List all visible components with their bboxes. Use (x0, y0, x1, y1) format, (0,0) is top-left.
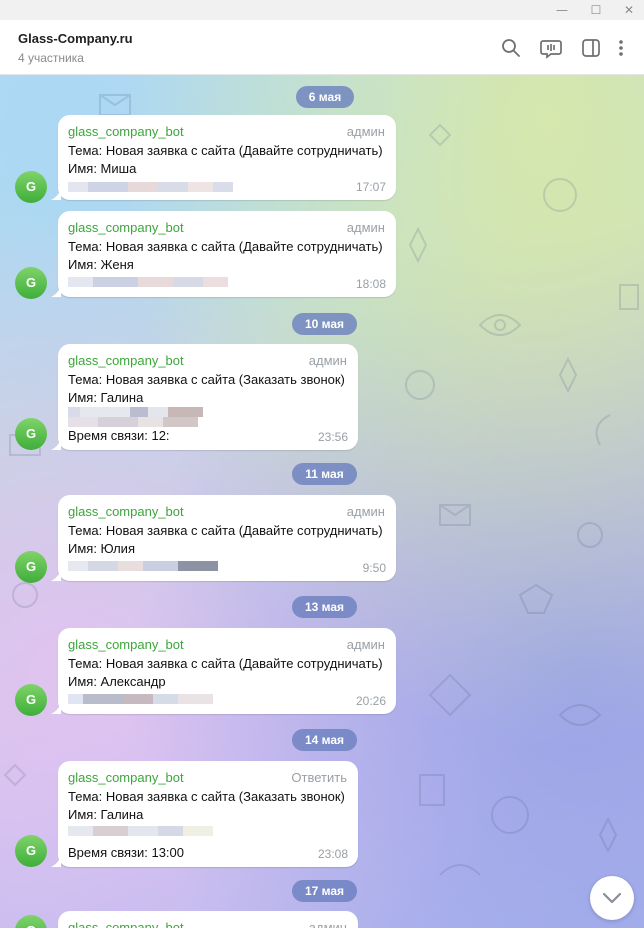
scroll-to-bottom-button[interactable] (590, 876, 634, 920)
bubble-tail (51, 438, 61, 450)
message-bubble[interactable]: glass_company_bot Ответить Тема: Новая з… (51, 761, 358, 867)
message-subject: Тема: Новая заявка с сайта (Давайте сотр… (68, 143, 383, 158)
sender-role: админ (346, 504, 385, 519)
message-name: Имя: Александр (68, 674, 166, 689)
date-separator: 14 мая (292, 729, 357, 751)
sender-role: админ (308, 353, 347, 368)
bubble-tail (51, 855, 61, 867)
avatar[interactable]: G (15, 835, 47, 867)
message-sender[interactable]: glass_company_bot (68, 770, 184, 785)
date-separator: 17 мая (292, 880, 357, 902)
window-titlebar: — ☐ ✕ (0, 0, 644, 20)
bubble-tail (51, 702, 61, 714)
sender-role: админ (346, 637, 385, 652)
avatar[interactable]: G (15, 684, 47, 716)
sender-role: админ (346, 220, 385, 235)
message-name: Имя: Галина (68, 807, 144, 822)
message-name: Имя: Женя (68, 257, 134, 272)
chat-header[interactable]: Glass-Company.ru 4 участника (0, 20, 644, 75)
sender-role: админ (346, 124, 385, 139)
close-button[interactable]: ✕ (621, 2, 637, 18)
message-subject: Тема: Новая заявка с сайта (Давайте сотр… (68, 656, 383, 671)
message-time: 23:56 (317, 430, 348, 444)
sender-role: админ (308, 920, 347, 928)
avatar[interactable]: G (15, 171, 47, 203)
message-time: 17:07 (355, 180, 386, 194)
message-subject: Тема: Новая заявка с сайта (Давайте сотр… (68, 523, 383, 538)
message-bubble[interactable]: glass_company_bot админ Тема: Новая заяв… (51, 115, 396, 200)
chat-title[interactable]: Glass-Company.ru (18, 31, 133, 46)
message-bubble[interactable]: glass_company_bot админ Тема: Новая заяв… (51, 628, 396, 714)
redacted-contact (68, 417, 198, 427)
redacted-contact (68, 826, 213, 836)
bubble-tail (51, 569, 61, 581)
date-separator: 10 мая (292, 313, 357, 335)
message-name: Имя: Галина (68, 390, 144, 405)
date-separator: 13 мая (292, 596, 357, 618)
message-time: 18:08 (355, 277, 386, 291)
date-separator: 11 мая (292, 463, 357, 485)
minimize-button[interactable]: — (554, 2, 570, 18)
message-bubble[interactable]: glass_company_bot админ Тема: Новая заяв… (51, 211, 396, 297)
more-vertical-icon[interactable] (615, 37, 627, 59)
message-time: 9:50 (362, 561, 386, 575)
chat-area[interactable]: 6 мая 10 мая 11 мая 13 мая 14 мая 17 мая… (0, 75, 644, 928)
chevron-down-icon (602, 892, 622, 904)
message-sender[interactable]: glass_company_bot (68, 220, 184, 235)
redacted-contact (68, 694, 213, 704)
message-bubble[interactable]: glass_company_bot админ (58, 911, 358, 928)
message-bubble[interactable]: glass_company_bot админ Тема: Новая заяв… (51, 495, 396, 581)
message-subject: Тема: Новая заявка с сайта (Давайте сотр… (68, 239, 383, 254)
redacted-contact (68, 277, 228, 287)
message-bubble[interactable]: glass_company_bot админ Тема: Новая заяв… (51, 344, 358, 450)
reply-button[interactable]: Ответить (291, 770, 347, 785)
message-time: 20:26 (355, 694, 386, 708)
redacted-contact (68, 561, 218, 571)
message-name: Имя: Миша (68, 161, 137, 176)
voice-chat-icon[interactable] (540, 37, 562, 59)
message-contact-time: Время связи: 12: (68, 428, 170, 443)
avatar[interactable]: G (15, 267, 47, 299)
search-icon[interactable] (500, 37, 522, 59)
message-sender[interactable]: glass_company_bot (68, 353, 184, 368)
redacted-contact (68, 182, 233, 192)
message-sender[interactable]: glass_company_bot (68, 637, 184, 652)
avatar[interactable]: G (15, 551, 47, 583)
bubble-tail (51, 285, 61, 297)
chat-member-count: 4 участника (18, 51, 84, 65)
message-name: Имя: Юлия (68, 541, 135, 556)
message-time: 23:08 (317, 847, 348, 861)
sidebar-toggle-icon[interactable] (580, 37, 602, 59)
message-sender[interactable]: glass_company_bot (68, 124, 184, 139)
avatar[interactable]: G (15, 418, 47, 450)
maximize-button[interactable]: ☐ (588, 2, 604, 18)
redacted-contact (68, 407, 203, 417)
message-sender[interactable]: glass_company_bot (68, 920, 184, 928)
bubble-tail (51, 188, 61, 200)
message-sender[interactable]: glass_company_bot (68, 504, 184, 519)
message-contact-time: Время связи: 13:00 (68, 845, 184, 860)
date-separator: 6 мая (296, 86, 354, 108)
message-subject: Тема: Новая заявка с сайта (Заказать зво… (68, 372, 345, 387)
message-subject: Тема: Новая заявка с сайта (Заказать зво… (68, 789, 345, 804)
